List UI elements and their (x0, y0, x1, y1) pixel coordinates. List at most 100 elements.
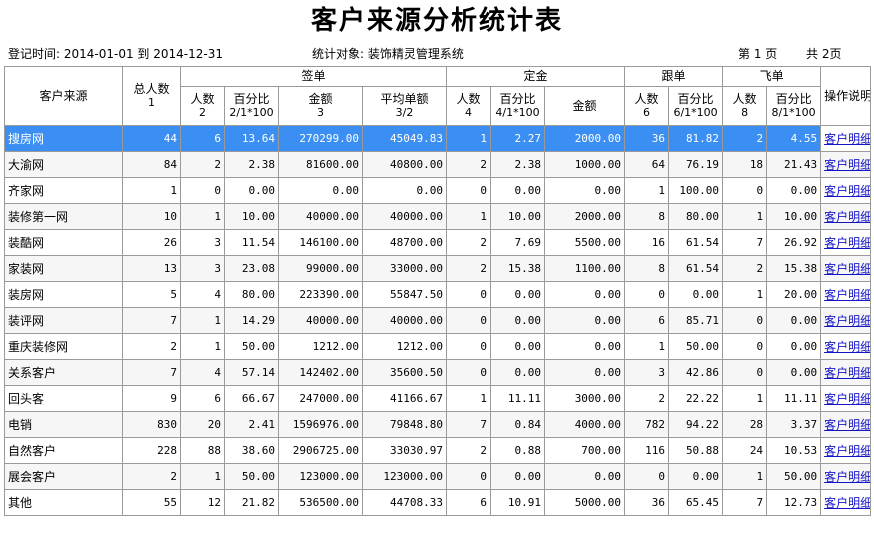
cell-signed-pct[interactable]: 10.00 (224, 203, 279, 230)
table-row[interactable]: 装房网 5 4 80.00 223390.00 55847.50 0 0.00 0.00 0 0.0… (4, 281, 872, 308)
cell-follow-pct[interactable]: 61.54 (668, 255, 724, 282)
cell-lost-pct[interactable]: 11.11 (766, 385, 822, 412)
cell-signed-pct[interactable]: 80.00 (224, 281, 279, 308)
cell-signed-pct[interactable]: 38.60 (224, 437, 279, 464)
cell-signed-amount[interactable]: 123000.00 (278, 463, 363, 490)
cell-lost-count[interactable]: 1 (722, 281, 768, 308)
cell-total[interactable]: 9 (122, 385, 181, 412)
cell-signed-pct[interactable]: 23.08 (224, 255, 279, 282)
cell-source[interactable]: 装评网 (4, 307, 123, 334)
customer-detail-link[interactable]: 客户明细 (820, 203, 872, 230)
customer-detail-link[interactable]: 客户明细 (820, 307, 872, 334)
cell-follow-pct[interactable]: 65.45 (668, 489, 724, 516)
cell-follow-pct[interactable]: 81.82 (668, 125, 724, 152)
cell-signed-avg[interactable]: 0.00 (361, 177, 448, 204)
cell-deposit-count[interactable]: 6 (446, 489, 492, 516)
header-follow-pct[interactable]: 百分比 6/1*100 (668, 86, 724, 126)
cell-source[interactable]: 装修第一网 (4, 203, 123, 230)
cell-source[interactable]: 自然客户 (4, 437, 123, 464)
cell-total[interactable]: 10 (122, 203, 181, 230)
header-deposit-amount[interactable]: 金额 (544, 86, 626, 126)
table-row[interactable]: 装评网 7 1 14.29 40000.00 40000.00 0 0.00 0.00 6 85.7… (4, 307, 872, 334)
cell-follow-count[interactable]: 2 (624, 385, 670, 412)
cell-total[interactable]: 44 (122, 125, 181, 152)
customer-detail-link[interactable]: 客户明细 (820, 125, 872, 152)
cell-lost-count[interactable]: 24 (722, 437, 768, 464)
header-lost-count[interactable]: 人数 8 (722, 86, 768, 126)
header-deposit-pct[interactable]: 百分比 4/1*100 (490, 86, 546, 126)
cell-total[interactable]: 26 (122, 229, 181, 256)
customer-detail-link[interactable]: 客户明细 (820, 255, 872, 282)
cell-signed-count[interactable]: 4 (180, 281, 225, 308)
cell-deposit-pct[interactable]: 0.00 (490, 307, 546, 334)
cell-deposit-amount[interactable]: 0.00 (544, 359, 626, 386)
cell-deposit-amount[interactable]: 700.00 (544, 437, 626, 464)
cell-lost-pct[interactable]: 20.00 (766, 281, 822, 308)
cell-signed-avg[interactable]: 35600.50 (361, 359, 448, 386)
customer-detail-link[interactable]: 客户明细 (820, 359, 872, 386)
table-row[interactable]: 关系客户 7 4 57.14 142402.00 35600.50 0 0.00 0.00 3 42… (4, 359, 872, 386)
cell-signed-count[interactable]: 1 (180, 463, 225, 490)
cell-deposit-amount[interactable]: 0.00 (544, 463, 626, 490)
cell-lost-pct[interactable]: 0.00 (766, 307, 822, 334)
cell-source[interactable]: 重庆装修网 (4, 333, 123, 360)
cell-signed-amount[interactable]: 1596976.00 (278, 411, 363, 438)
cell-follow-pct[interactable]: 0.00 (668, 281, 724, 308)
cell-total[interactable]: 7 (122, 307, 181, 334)
cell-signed-amount[interactable]: 223390.00 (278, 281, 363, 308)
cell-follow-pct[interactable]: 94.22 (668, 411, 724, 438)
cell-follow-count[interactable]: 36 (624, 125, 670, 152)
cell-follow-count[interactable]: 3 (624, 359, 670, 386)
cell-source[interactable]: 回头客 (4, 385, 123, 412)
cell-follow-count[interactable]: 1 (624, 177, 670, 204)
cell-deposit-amount[interactable]: 1100.00 (544, 255, 626, 282)
table-row[interactable]: 装修第一网 10 1 10.00 40000.00 40000.00 1 10.00 2000.… (4, 203, 872, 230)
table-row[interactable]: 回头客 9 6 66.67 247000.00 41166.67 1 11.11 3000.00… (4, 385, 872, 412)
cell-follow-count[interactable]: 8 (624, 203, 670, 230)
cell-signed-avg[interactable]: 44708.33 (361, 489, 448, 516)
cell-signed-amount[interactable]: 99000.00 (278, 255, 363, 282)
header-signed-pct[interactable]: 百分比 2/1*100 (224, 86, 279, 126)
cell-deposit-pct[interactable]: 0.00 (490, 177, 546, 204)
cell-deposit-count[interactable]: 0 (446, 281, 492, 308)
cell-signed-avg[interactable]: 40000.00 (361, 307, 448, 334)
customer-detail-link[interactable]: 客户明细 (820, 489, 872, 516)
cell-total[interactable]: 2 (122, 333, 181, 360)
cell-signed-amount[interactable]: 247000.00 (278, 385, 363, 412)
cell-signed-avg[interactable]: 55847.50 (361, 281, 448, 308)
cell-follow-pct[interactable]: 80.00 (668, 203, 724, 230)
cell-signed-amount[interactable]: 2906725.00 (278, 437, 363, 464)
cell-lost-pct[interactable]: 26.92 (766, 229, 822, 256)
cell-signed-count[interactable]: 0 (180, 177, 225, 204)
cell-signed-count[interactable]: 3 (180, 255, 225, 282)
table-row[interactable]: 装酷网 26 3 11.54 146100.00 48700.00 2 7.69 5500.00… (4, 229, 872, 256)
cell-follow-count[interactable]: 16 (624, 229, 670, 256)
cell-follow-count[interactable]: 1 (624, 333, 670, 360)
cell-deposit-pct[interactable]: 10.91 (490, 489, 546, 516)
cell-signed-pct[interactable]: 2.38 (224, 151, 279, 178)
cell-follow-pct[interactable]: 76.19 (668, 151, 724, 178)
cell-source[interactable]: 电销 (4, 411, 123, 438)
cell-deposit-count[interactable]: 2 (446, 437, 492, 464)
cell-signed-amount[interactable]: 270299.00 (278, 125, 363, 152)
cell-signed-avg[interactable]: 1212.00 (361, 333, 448, 360)
cell-total[interactable]: 84 (122, 151, 181, 178)
cell-deposit-amount[interactable]: 0.00 (544, 333, 626, 360)
cell-signed-amount[interactable]: 40000.00 (278, 203, 363, 230)
header-total[interactable]: 总人数 1 (122, 66, 181, 126)
cell-lost-count[interactable]: 7 (722, 229, 768, 256)
cell-follow-count[interactable]: 782 (624, 411, 670, 438)
cell-signed-avg[interactable]: 33030.97 (361, 437, 448, 464)
cell-deposit-count[interactable]: 1 (446, 203, 492, 230)
cell-deposit-count[interactable]: 0 (446, 463, 492, 490)
cell-deposit-amount[interactable]: 0.00 (544, 177, 626, 204)
cell-deposit-count[interactable]: 7 (446, 411, 492, 438)
cell-follow-pct[interactable]: 22.22 (668, 385, 724, 412)
cell-signed-pct[interactable]: 50.00 (224, 333, 279, 360)
cell-signed-amount[interactable]: 146100.00 (278, 229, 363, 256)
cell-signed-avg[interactable]: 79848.80 (361, 411, 448, 438)
cell-source[interactable]: 装酷网 (4, 229, 123, 256)
cell-deposit-count[interactable]: 2 (446, 229, 492, 256)
cell-signed-count[interactable]: 4 (180, 359, 225, 386)
cell-signed-count[interactable]: 1 (180, 203, 225, 230)
